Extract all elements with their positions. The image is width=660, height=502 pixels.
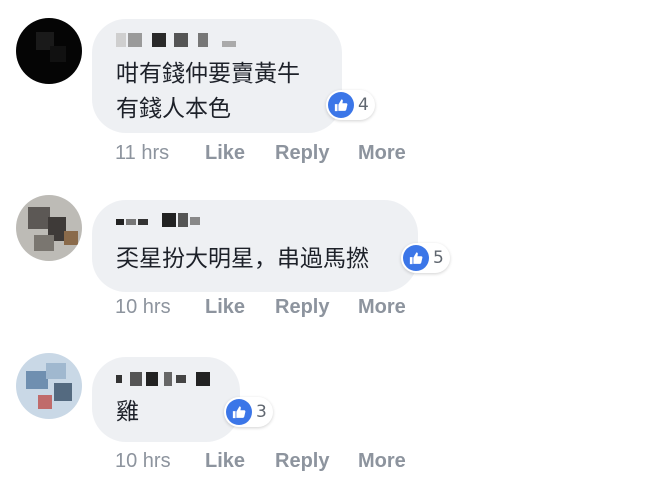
reaction-count-badge[interactable]: 4	[326, 90, 375, 120]
comment-bubble	[92, 357, 240, 442]
more-button[interactable]: More	[358, 450, 406, 473]
comment-text: 奀星扮大明星，串過馬撚	[116, 242, 369, 277]
comment-item: 奀星扮大明星，串過馬撚 5 10 hrs Like Reply More	[0, 175, 660, 335]
more-button[interactable]: More	[358, 296, 406, 319]
more-button[interactable]: More	[358, 142, 406, 165]
author-name-redacted[interactable]	[116, 372, 216, 386]
thumbs-up-icon	[403, 245, 429, 271]
comment-text-line: 咁有錢仲要賣黃牛	[116, 61, 300, 87]
reaction-count: 5	[433, 248, 444, 268]
reply-button[interactable]: Reply	[275, 450, 329, 473]
like-button[interactable]: Like	[205, 296, 245, 319]
comment-timestamp: 11 hrs	[115, 142, 170, 164]
comment-item: 雞 3 10 hrs Like Reply More	[0, 335, 660, 502]
comment-text: 咁有錢仲要賣黃牛 有錢人本色	[116, 57, 300, 127]
comment-text-line: 雞	[116, 399, 139, 425]
avatar[interactable]	[16, 18, 82, 84]
reaction-count: 3	[256, 402, 267, 422]
thumbs-up-icon	[226, 399, 252, 425]
like-button[interactable]: Like	[205, 142, 245, 165]
comment-text-line: 有錢人本色	[116, 96, 231, 122]
comment-item: 咁有錢仲要賣黃牛 有錢人本色 4 11 hrs Like Reply More	[0, 0, 660, 175]
avatar[interactable]	[16, 353, 82, 419]
comment-timestamp: 10 hrs	[115, 450, 171, 472]
reply-button[interactable]: Reply	[275, 296, 329, 319]
comment-text: 雞	[116, 395, 139, 430]
reply-button[interactable]: Reply	[275, 142, 329, 165]
comment-text-line: 奀星扮大明星，串過馬撚	[116, 246, 369, 272]
author-name-redacted[interactable]	[116, 33, 236, 47]
thumbs-up-icon	[328, 92, 354, 118]
reaction-count: 4	[358, 95, 369, 115]
avatar[interactable]	[16, 195, 82, 261]
comment-timestamp: 10 hrs	[115, 296, 171, 318]
author-name-redacted[interactable]	[116, 213, 206, 227]
reaction-count-badge[interactable]: 5	[401, 243, 450, 273]
like-button[interactable]: Like	[205, 450, 245, 473]
reaction-count-badge[interactable]: 3	[224, 397, 273, 427]
